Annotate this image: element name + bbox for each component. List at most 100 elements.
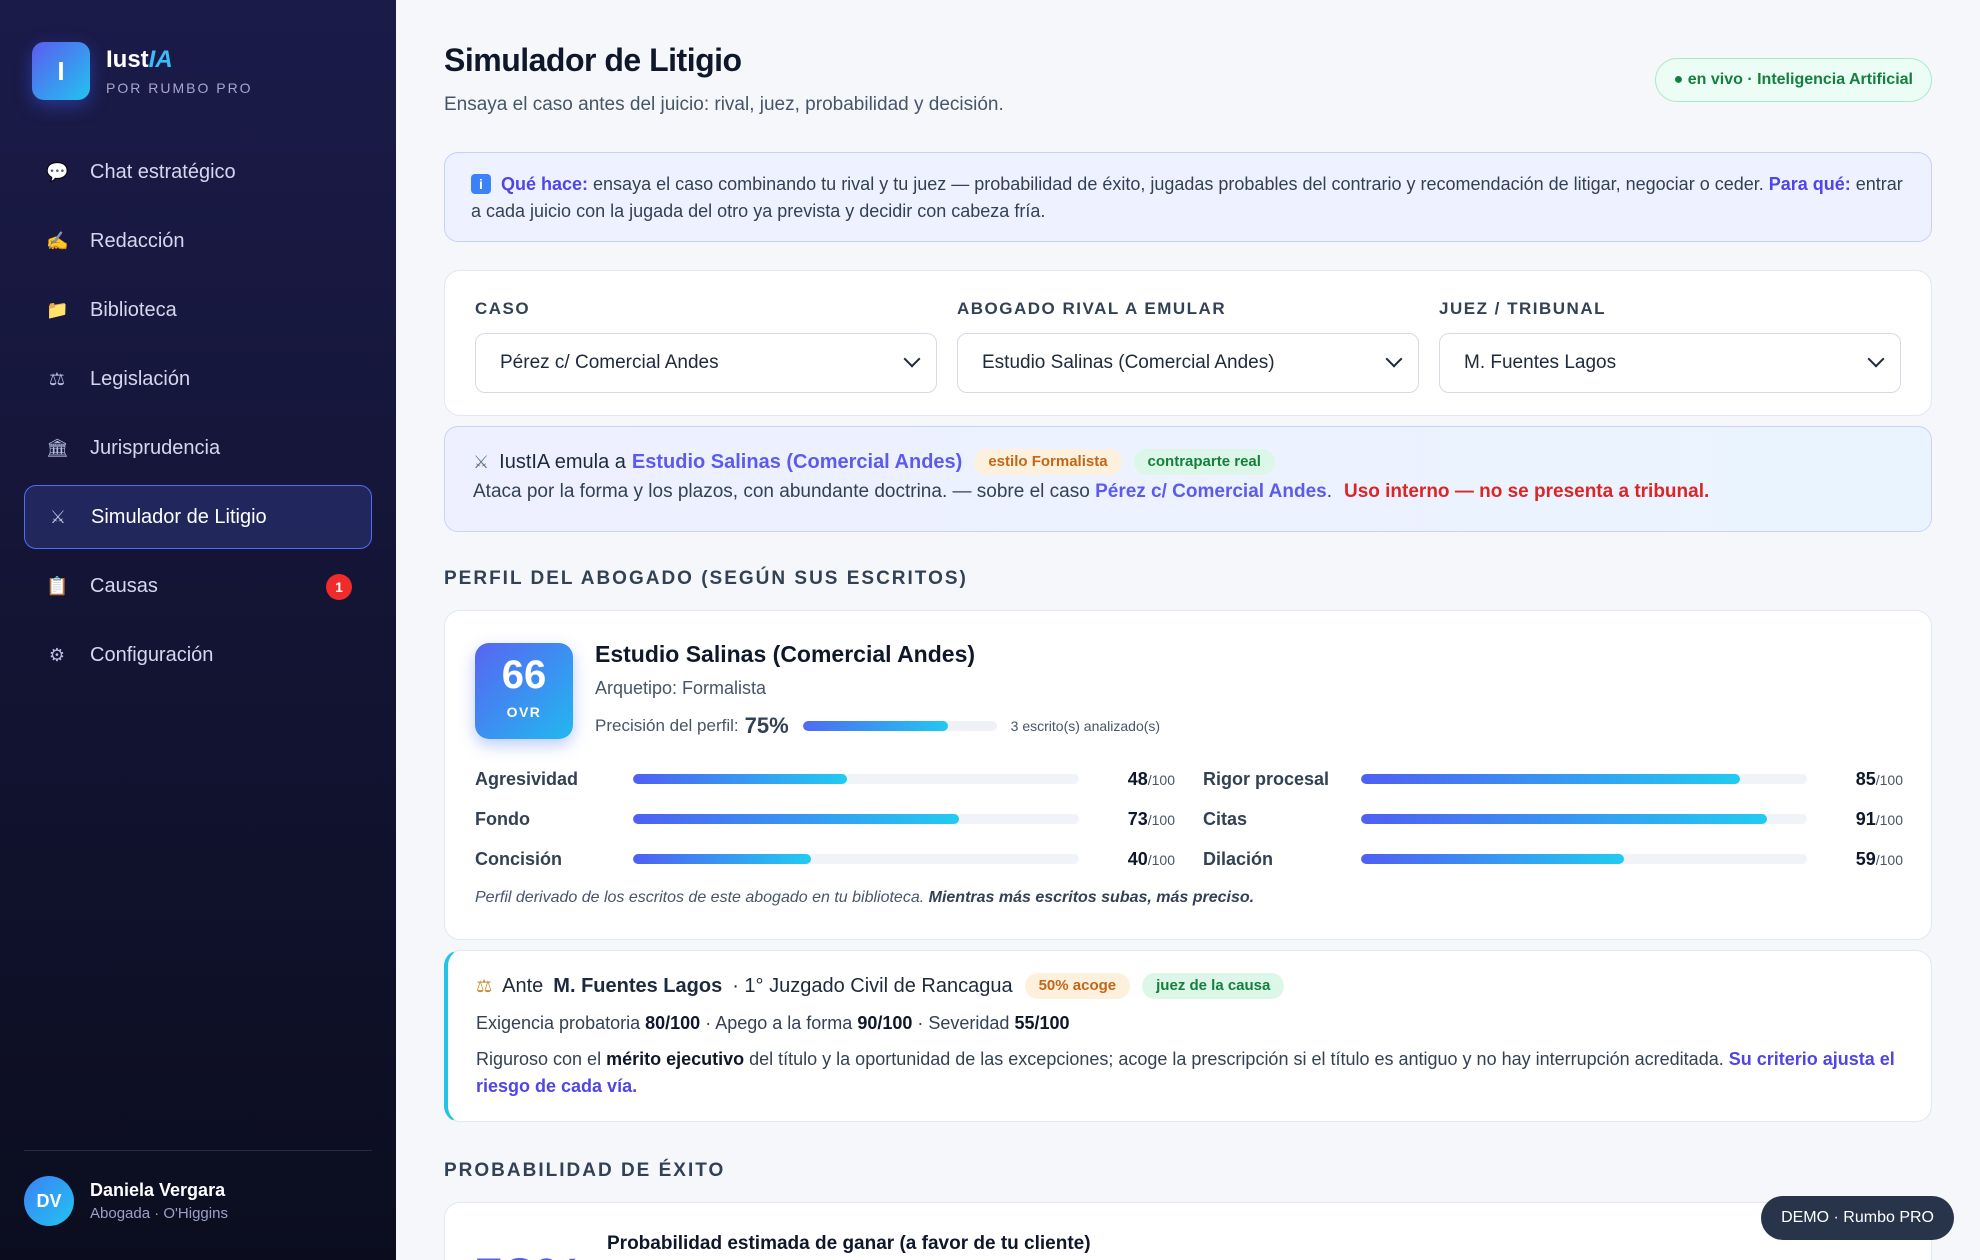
attribute-name: Citas xyxy=(1203,808,1248,829)
sidebar-item-legislacion[interactable]: ⚖ Legislación xyxy=(24,347,372,411)
case-select-label: CASO xyxy=(475,299,531,318)
profile-precision: Precisión del perfil: 75% 3 escrito(s) a… xyxy=(595,713,1160,739)
attribute-max: /100 xyxy=(1875,811,1903,828)
probability-card: 58% Probabilidad estimada de ganar (a fa… xyxy=(444,1202,1932,1260)
brand-logo: I xyxy=(32,42,90,100)
user-role: Abogada · O'Higgins xyxy=(90,1205,228,1222)
demo-badge[interactable]: DEMO · Rumbo PRO xyxy=(1761,1196,1954,1240)
attribute-bar-fill xyxy=(1361,854,1625,864)
rival-select-label: ABOGADO RIVAL A EMULAR xyxy=(957,299,1227,318)
chevron-down-icon xyxy=(903,350,921,368)
chevron-down-icon xyxy=(1385,350,1403,368)
attribute-bar xyxy=(633,814,1079,824)
emulation-description-text: Ataca por la forma y los plazos, con abu… xyxy=(473,481,1096,502)
metric-value: 55/100 xyxy=(1014,1013,1070,1033)
page-subtitle: Ensaya el caso antes del juicio: rival, … xyxy=(444,94,1004,115)
sidebar-item-simulador[interactable]: ⚔ Simulador de Litigio xyxy=(24,485,372,549)
user-profile[interactable]: DV Daniela Vergara Abogada · O'Higgins xyxy=(24,1176,228,1226)
brand[interactable]: I IustIA POR RUMBO PRO xyxy=(32,42,253,100)
probability-value: 58% xyxy=(473,1245,585,1260)
judge-select-value: M. Fuentes Lagos xyxy=(1464,352,1617,373)
sidebar-item-chat[interactable]: 💬 Chat estratégico xyxy=(24,140,372,204)
sidebar-item-label: Jurisprudencia xyxy=(90,436,221,459)
sidebar-nav: 💬 Chat estratégico ✍ Redacción 📁 Bibliot… xyxy=(24,140,372,692)
internal-use-warning: Uso interno — no se presenta a tribunal. xyxy=(1343,481,1710,502)
sidebar-item-label: Redacción xyxy=(90,229,185,252)
attribute-max: /100 xyxy=(1875,771,1903,788)
sidebar-item-redaccion[interactable]: ✍ Redacción xyxy=(24,209,372,273)
judge-court: · 1° Juzgado Civil de Rancagua xyxy=(732,974,1013,997)
ovr-badge: 66 OVR xyxy=(475,643,573,739)
scales-icon: ⚖ xyxy=(48,368,66,389)
judge-role-tag: juez de la causa xyxy=(1142,973,1285,999)
analyzed-count: 3 escrito(s) analizado(s) xyxy=(1010,718,1161,734)
sidebar-item-biblioteca[interactable]: 📁 Biblioteca xyxy=(24,278,372,342)
info-what-label: Qué hace: xyxy=(501,174,589,194)
folder-icon: 📁 xyxy=(46,299,69,320)
case-select[interactable]: Pérez c/ Comercial Andes xyxy=(475,333,937,393)
metric-value: 80/100 xyxy=(645,1013,701,1033)
attribute-bar xyxy=(1361,814,1807,824)
sidebar-divider xyxy=(24,1150,372,1151)
emulation-case-link[interactable]: Pérez c/ Comercial Andes xyxy=(1095,481,1327,502)
case-select-value: Pérez c/ Comercial Andes xyxy=(500,352,719,373)
brand-subtitle: POR RUMBO PRO xyxy=(106,80,253,96)
probability-title: Probabilidad estimada de ganar (a favor … xyxy=(607,1233,1091,1254)
attribute-row: Agresividad 48/100 xyxy=(475,767,1175,791)
sidebar-item-configuracion[interactable]: ⚙ Configuración xyxy=(24,623,372,687)
judge-select-group: JUEZ / TRIBUNAL M. Fuentes Lagos xyxy=(1439,299,1901,393)
attribute-max: /100 xyxy=(1147,811,1175,828)
sidebar-item-label: Causas xyxy=(90,574,158,597)
attribute-value: 85/100 xyxy=(1807,769,1903,790)
profile-note-bold: Mientras más escritos subas, más preciso… xyxy=(928,889,1255,906)
attribute-row: Citas 91/100 xyxy=(1203,807,1903,831)
attribute-max: /100 xyxy=(1875,851,1903,868)
precision-label: Precisión del perfil: xyxy=(595,716,739,735)
ovr-label: OVR xyxy=(506,704,542,720)
attribute-name: Concisión xyxy=(475,848,563,869)
avatar: DV xyxy=(24,1176,74,1226)
judge-select[interactable]: M. Fuentes Lagos xyxy=(1439,333,1901,393)
ovr-value: 66 xyxy=(501,653,547,697)
sidebar-item-causas[interactable]: 📋 Causas 1 xyxy=(24,554,372,618)
attribute-row: Concisión 40/100 xyxy=(475,847,1175,871)
metric-label: Apego a la forma xyxy=(715,1013,853,1033)
emulation-header: ⚔ IustIA emula a Estudio Salinas (Comerc… xyxy=(473,449,1903,475)
attribute-row: Dilación 59/100 xyxy=(1203,847,1903,871)
precision-bar-fill xyxy=(802,721,949,731)
sidebar-item-label: Simulador de Litigio xyxy=(91,505,267,528)
attribute-score: 40 xyxy=(1127,848,1148,869)
attribute-bar-fill xyxy=(633,814,959,824)
attribute-name: Agresividad xyxy=(475,768,579,789)
attribute-value: 73/100 xyxy=(1079,809,1175,830)
writing-hand-icon: ✍ xyxy=(46,230,69,251)
judge-desc-text: Riguroso con el xyxy=(476,1049,607,1069)
page-title: Simulador de Litigio xyxy=(444,42,742,78)
emulation-case-suffix: . xyxy=(1326,481,1332,502)
emulation-rival-link[interactable]: Estudio Salinas (Comercial Andes) xyxy=(632,451,962,474)
attribute-value: 91/100 xyxy=(1807,809,1903,830)
attribute-score: 85 xyxy=(1855,768,1876,789)
attribute-value: 59/100 xyxy=(1807,849,1903,870)
sidebar-item-jurisprudencia[interactable]: 🏛 Jurisprudencia xyxy=(24,416,372,480)
sidebar-item-label: Chat estratégico xyxy=(90,160,236,183)
judge-header: ⚖ Ante M. Fuentes Lagos · 1° Juzgado Civ… xyxy=(476,973,1903,999)
rival-select-group: ABOGADO RIVAL A EMULAR Estudio Salinas (… xyxy=(957,299,1419,393)
metric-label: Severidad xyxy=(928,1013,1010,1033)
sidebar: I IustIA POR RUMBO PRO 💬 Chat estratégic… xyxy=(0,0,396,1260)
judge-prefix: Ante xyxy=(502,974,544,997)
attribute-value: 40/100 xyxy=(1079,849,1175,870)
profile-note-text: Perfil derivado de los escritos de este … xyxy=(475,889,929,906)
live-status-badge: ● en vivo · Inteligencia Artificial xyxy=(1654,58,1932,102)
judge-select-label: JUEZ / TRIBUNAL xyxy=(1439,299,1606,318)
rival-select-value: Estudio Salinas (Comercial Andes) xyxy=(982,352,1275,373)
accept-rate-tag: 50% acoge xyxy=(1024,973,1131,999)
rival-select[interactable]: Estudio Salinas (Comercial Andes) xyxy=(957,333,1419,393)
info-box: i Qué hace: ensaya el caso combinando tu … xyxy=(444,152,1932,242)
emulation-description: Ataca por la forma y los plazos, con abu… xyxy=(473,481,1903,503)
attribute-max: /100 xyxy=(1147,771,1175,788)
chat-bubble-icon: 💬 xyxy=(46,161,69,182)
attribute-bar xyxy=(1361,854,1807,864)
attribute-score: 59 xyxy=(1855,848,1876,869)
attribute-score: 48 xyxy=(1127,768,1148,789)
